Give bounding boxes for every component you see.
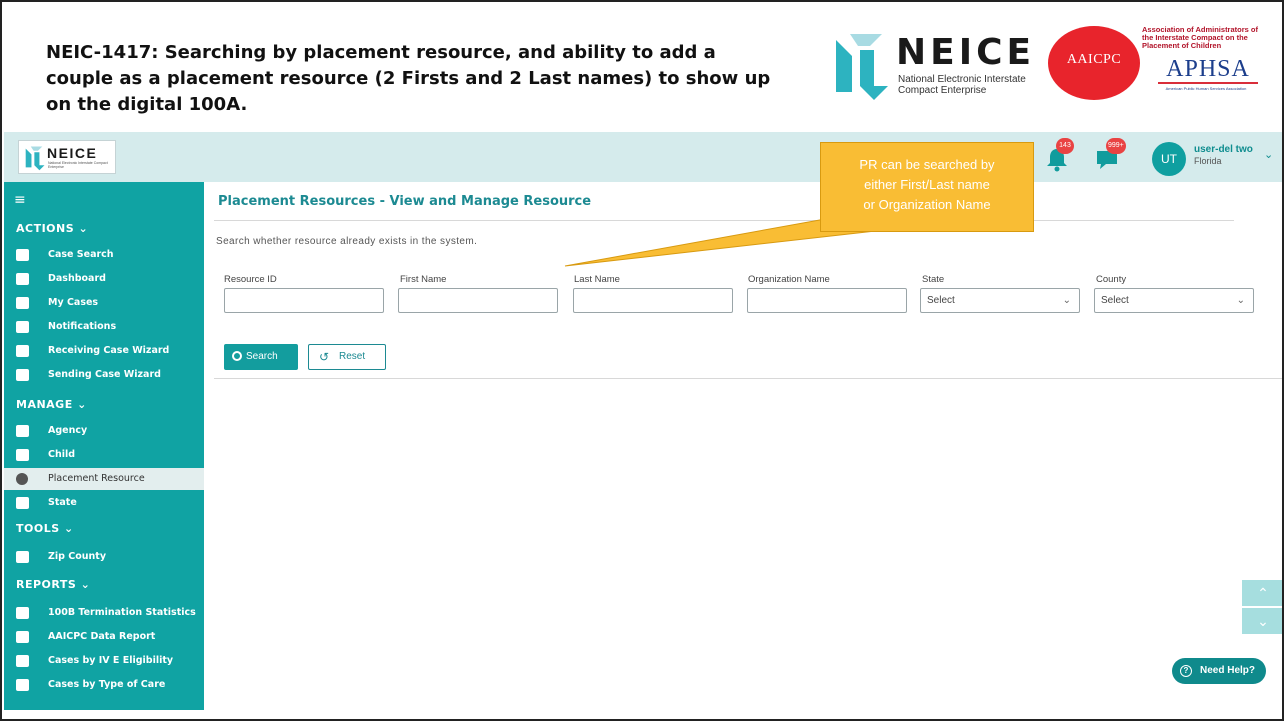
aphsa-logo: Association of Administrators of the Int… xyxy=(1142,26,1270,100)
sidebar-item-dashboard[interactable]: Dashboard xyxy=(4,268,204,290)
messages-badge: 999+ xyxy=(1106,138,1126,154)
sidebar-item-100b-termination-statistics[interactable]: 100B Termination Statistics xyxy=(4,602,204,624)
state-select[interactable]: Select ⌄ xyxy=(920,288,1080,313)
sidebar-section-reports[interactable]: REPORTS ⌄ xyxy=(16,578,90,591)
sidebar-item-agency[interactable]: Agency xyxy=(4,420,204,442)
zip-icon xyxy=(16,551,29,563)
neice-subtitle: National Electronic Interstate Compact E… xyxy=(898,74,1026,96)
aaicpc-label: AAICPC xyxy=(1066,52,1122,67)
messages-button[interactable]: 999+ xyxy=(1094,138,1126,172)
notifications-badge: 143 xyxy=(1056,138,1074,154)
resource-id-label: Resource ID xyxy=(224,274,277,285)
avatar[interactable]: UT xyxy=(1152,142,1186,176)
search-divider xyxy=(214,378,1282,379)
neice-mark-icon xyxy=(25,146,45,171)
sidebar-section-manage[interactable]: MANAGE ⌄ xyxy=(16,398,87,411)
reset-button[interactable]: ↺ Reset xyxy=(308,344,386,370)
scroll-up-button[interactable]: ⌃ xyxy=(1242,580,1282,606)
slide-frame: NEIC-1417: Searching by placement resour… xyxy=(0,0,1284,721)
my-cases-icon xyxy=(16,297,29,309)
search-button-label: Search xyxy=(246,351,278,362)
sidebar-item-state[interactable]: State xyxy=(4,492,204,514)
callout-box: PR can be searched by either First/Last … xyxy=(820,142,1034,232)
neice-logo-large: NEICE National Electronic Interstate Com… xyxy=(830,30,1031,102)
sidebar-item-case-search[interactable]: Case Search xyxy=(4,244,204,266)
need-help-button[interactable]: ? Need Help? xyxy=(1172,658,1266,684)
sidebar-item-zip-county[interactable]: Zip County xyxy=(4,546,204,568)
app-topbar: NEICE National Electronic Interstate Com… xyxy=(4,132,1282,182)
sidebar-item-notifications[interactable]: Notifications xyxy=(4,316,204,338)
scroll-down-button[interactable]: ⌄ xyxy=(1242,608,1282,634)
sidebar: ≡ ACTIONS ⌄ Case Search Dashboard My Cas… xyxy=(4,182,204,710)
county-select-value: Select xyxy=(1101,295,1129,306)
state-select-value: Select xyxy=(927,295,955,306)
notifications-icon xyxy=(16,321,29,333)
sidebar-item-receiving-case-wizard[interactable]: Receiving Case Wizard xyxy=(4,340,204,362)
sidebar-item-cases-by-iv-e-eligibility[interactable]: Cases by IV E Eligibility xyxy=(4,650,204,672)
reset-icon: ↺ xyxy=(319,350,330,364)
report-icon xyxy=(16,679,29,691)
main-content: Placement Resources - View and Manage Re… xyxy=(204,182,1282,710)
app-logo-subtitle: National Electronic Interstate Compact E… xyxy=(48,161,108,169)
neice-mark-icon xyxy=(836,34,888,100)
sidebar-item-my-cases[interactable]: My Cases xyxy=(4,292,204,314)
state-label: State xyxy=(922,274,945,285)
chevron-down-icon[interactable]: ⌄ xyxy=(1264,148,1273,161)
chevron-down-icon: ⌄ xyxy=(1236,295,1245,306)
globe-icon xyxy=(16,497,29,509)
sidebar-item-child[interactable]: Child xyxy=(4,444,204,466)
user-name[interactable]: user-del two xyxy=(1194,144,1253,155)
user-state: Florida xyxy=(1194,156,1222,166)
app-logo-wordmark: NEICE xyxy=(47,145,98,161)
slide-title: NEIC-1417: Searching by placement resour… xyxy=(46,42,771,115)
page-title: Placement Resources - View and Manage Re… xyxy=(218,194,592,209)
need-help-label: Need Help? xyxy=(1200,665,1256,676)
child-icon xyxy=(16,449,29,461)
search-hint: Search whether resource already exists i… xyxy=(216,236,478,247)
first-name-label: First Name xyxy=(400,274,447,285)
sidebar-section-actions[interactable]: ACTIONS ⌄ xyxy=(16,222,88,235)
organization-name-label: Organization Name xyxy=(748,274,830,285)
organization-name-input[interactable] xyxy=(747,288,907,313)
sidebar-item-aaicpc-data-report[interactable]: AAICPC Data Report xyxy=(4,626,204,648)
report-icon xyxy=(16,655,29,667)
agency-icon xyxy=(16,425,29,437)
sidebar-item-placement-resource[interactable]: Placement Resource xyxy=(4,468,204,490)
chevron-down-icon: ⌄ xyxy=(1062,295,1071,306)
sidebar-item-cases-by-type-of-care[interactable]: Cases by Type of Care xyxy=(4,674,204,696)
sidebar-item-sending-case-wizard[interactable]: Sending Case Wizard xyxy=(4,364,204,386)
receiving-wizard-icon xyxy=(16,345,29,357)
sidebar-section-tools[interactable]: TOOLS ⌄ xyxy=(16,522,74,535)
neice-wordmark: NEICE xyxy=(896,32,1036,73)
title-divider xyxy=(214,220,1234,221)
callout-line-1: PR can be searched by xyxy=(859,157,995,172)
dashboard-icon xyxy=(16,273,29,285)
hamburger-menu-icon[interactable]: ≡ xyxy=(14,192,26,208)
sending-wizard-icon xyxy=(16,369,29,381)
callout-line-3: or Organization Name xyxy=(863,197,991,212)
first-name-input[interactable] xyxy=(398,288,558,313)
case-search-icon xyxy=(16,249,29,261)
search-icon xyxy=(232,351,242,361)
aphsa-subtitle: American Public Human Services Associati… xyxy=(1165,86,1247,91)
help-icon: ? xyxy=(1180,665,1192,677)
notifications-bell[interactable]: 143 xyxy=(1044,138,1074,172)
resource-id-input[interactable] xyxy=(224,288,384,313)
app-logo[interactable]: NEICE National Electronic Interstate Com… xyxy=(18,140,116,174)
callout-line-2: either First/Last name xyxy=(864,177,990,192)
last-name-input[interactable] xyxy=(573,288,733,313)
county-label: County xyxy=(1096,274,1127,285)
placement-resource-icon xyxy=(16,473,28,485)
reset-button-label: Reset xyxy=(339,351,366,362)
aphsa-label: APHSA xyxy=(1158,56,1258,84)
assoc-text: Association of Administrators of the Int… xyxy=(1142,25,1258,50)
report-icon xyxy=(16,607,29,619)
aaicpc-logo: AAICPC xyxy=(1048,26,1140,100)
report-icon xyxy=(16,631,29,643)
last-name-label: Last Name xyxy=(574,274,620,285)
county-select[interactable]: Select ⌄ xyxy=(1094,288,1254,313)
search-button[interactable]: Search xyxy=(224,344,298,370)
